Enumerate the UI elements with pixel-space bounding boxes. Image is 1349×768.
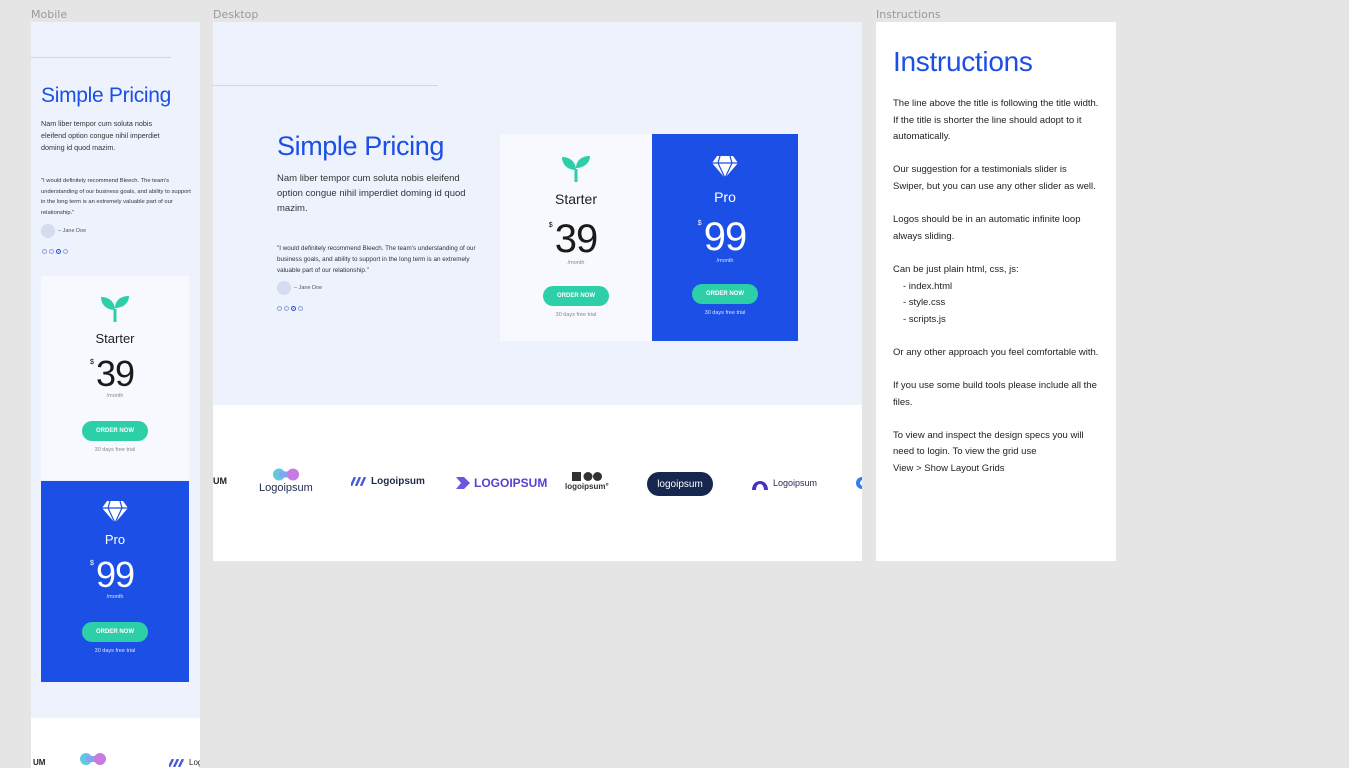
testimonial-quote: "I would definitely recommend Bleech. Th… — [41, 178, 191, 216]
file-item: - index.html — [903, 280, 953, 292]
instruction-paragraph: The line above the title is following th… — [893, 98, 1099, 143]
author-name: – Jane Doe — [294, 285, 323, 291]
hero-description: Nam liber tempor cum soluta nobis eleife… — [41, 119, 160, 152]
plan-name: Starter — [554, 191, 597, 207]
currency-symbol: $ — [89, 359, 94, 366]
order-now-button[interactable]: ORDER NOW — [82, 622, 148, 642]
currency-symbol: $ — [697, 220, 702, 227]
slider-pagination — [42, 249, 68, 254]
currency-symbol: $ — [89, 560, 94, 567]
logo-item: Logoipsum — [259, 468, 313, 494]
avatar — [41, 224, 55, 238]
desktop-frame: Simple Pricing Nam liber tempor cum solu… — [213, 22, 862, 561]
logo-blocks-icon — [571, 472, 602, 481]
instruction-text: To view and inspect the design specs you… — [893, 429, 1084, 458]
logo-item: Logoipsum — [351, 476, 425, 487]
title-line — [213, 85, 438, 86]
logo-arch-icon — [752, 481, 768, 490]
instruction-paragraph: To view and inspect the design specs you… — [893, 428, 1099, 478]
price-amount: 39 — [554, 217, 598, 261]
logo-item: Logoipsum — [169, 758, 200, 767]
trial-note: 30 days free trial — [555, 312, 597, 318]
logo-item — [854, 476, 862, 490]
slider-dot[interactable] — [42, 249, 47, 254]
plan-name: Pro — [714, 189, 736, 205]
plan-price: $ 39 — [549, 217, 598, 261]
mobile-frame: Simple Pricing Nam liber tempor cum solu… — [31, 22, 200, 768]
page-title: Simple Pricing — [277, 131, 444, 161]
avatar — [277, 281, 291, 295]
logo-item: logoipsum° — [565, 472, 609, 491]
instruction-paragraph: Can be just plain html, css, js: - index… — [893, 262, 1099, 328]
slider-pagination — [277, 306, 303, 311]
testimonial-author: – Jane Doe — [277, 281, 322, 295]
plan-price: $ 39 — [90, 353, 135, 394]
logo-circle-icon — [856, 477, 862, 489]
price-amount: 39 — [95, 353, 135, 394]
price-amount: 99 — [95, 554, 135, 595]
slider-dot[interactable] — [298, 306, 303, 311]
plan-price: $ 99 — [698, 215, 747, 259]
page-title: Simple Pricing — [41, 84, 172, 107]
instructions-title: Instructions — [893, 46, 1033, 77]
trial-note: 30 days free trial — [704, 310, 746, 316]
instruction-paragraph: Our suggestion for a testimonials slider… — [893, 164, 1096, 192]
title-line — [31, 57, 171, 58]
instruction-text: View > Show Layout Grids — [893, 463, 1005, 475]
diamond-icon — [712, 155, 738, 180]
plan-price: $ 99 — [90, 554, 135, 595]
order-now-button[interactable]: ORDER NOW — [82, 421, 148, 441]
pro-plan-card: Pro $ 99 /month ORDER NOW 30 days free t… — [652, 134, 798, 341]
file-item: - scripts.js — [903, 313, 946, 325]
file-item: - style.css — [903, 297, 946, 309]
instruction-paragraph: If you use some build tools please inclu… — [893, 380, 1097, 408]
file-list-intro: Can be just plain html, css, js: — [893, 263, 1019, 275]
testimonial-quote: "I would definitely recommend Bleech. Th… — [277, 245, 476, 274]
logo-item: logoipsum — [647, 472, 713, 496]
logo-stripes-icon — [169, 758, 185, 767]
instructions-frame-label: Instructions — [876, 8, 941, 21]
logo-carousel: UM Logoipsum — [31, 718, 200, 768]
logo-item: UM — [33, 758, 46, 767]
slider-dot-active[interactable] — [291, 306, 296, 311]
trial-note: 30 days free trial — [94, 648, 136, 654]
instruction-paragraph: Logos should be in an automatic infinite… — [893, 214, 1081, 242]
logo-mark-icon — [272, 468, 299, 481]
slider-dot[interactable] — [284, 306, 289, 311]
starter-plan-card: Starter $ 39 /month ORDER NOW 30 days fr… — [41, 276, 189, 480]
logo-item — [79, 752, 107, 766]
instruction-paragraph: Or any other approach you feel comfortab… — [893, 346, 1099, 358]
desktop-frame-label: Desktop — [213, 8, 259, 21]
diamond-icon — [102, 500, 128, 525]
mobile-frame-label: Mobile — [31, 8, 68, 21]
logo-mark-icon — [80, 753, 106, 765]
logo-item: LOGOIPSUM — [456, 476, 547, 490]
instructions-panel: Instructions The line above the title is… — [876, 22, 1116, 561]
pro-plan-card: Pro $ 99 /month ORDER NOW 30 days free t… — [41, 481, 189, 682]
currency-symbol: $ — [548, 222, 553, 229]
testimonial-author: – Jane Doe — [41, 224, 86, 238]
plan-name: Starter — [95, 331, 135, 346]
author-name: – Jane Doe — [58, 228, 87, 234]
logo-arrow-icon — [456, 477, 470, 489]
logo-carousel: UM Logoipsum Logoipsum LOGOIPSUM logoips… — [213, 452, 862, 512]
starter-plan-card: Starter $ 39 /month ORDER NOW 30 days fr… — [500, 134, 652, 341]
order-now-button[interactable]: ORDER NOW — [543, 286, 609, 306]
slider-dot[interactable] — [63, 249, 68, 254]
slider-dot-active[interactable] — [56, 249, 61, 254]
logo-stripes-icon — [351, 477, 367, 486]
sprout-icon — [562, 156, 590, 182]
price-amount: 99 — [703, 215, 747, 259]
logo-item: UM — [213, 476, 227, 486]
plan-name: Pro — [104, 532, 126, 547]
trial-note: 30 days free trial — [94, 447, 136, 453]
slider-dot[interactable] — [49, 249, 54, 254]
logo-item: Logoipsum — [751, 476, 817, 490]
order-now-button[interactable]: ORDER NOW — [692, 284, 758, 304]
sprout-icon — [101, 296, 129, 322]
pricing-hero-section: Simple Pricing Nam liber tempor cum solu… — [213, 22, 862, 405]
hero-description: Nam liber tempor cum soluta nobis eleife… — [277, 173, 466, 214]
slider-dot[interactable] — [277, 306, 282, 311]
